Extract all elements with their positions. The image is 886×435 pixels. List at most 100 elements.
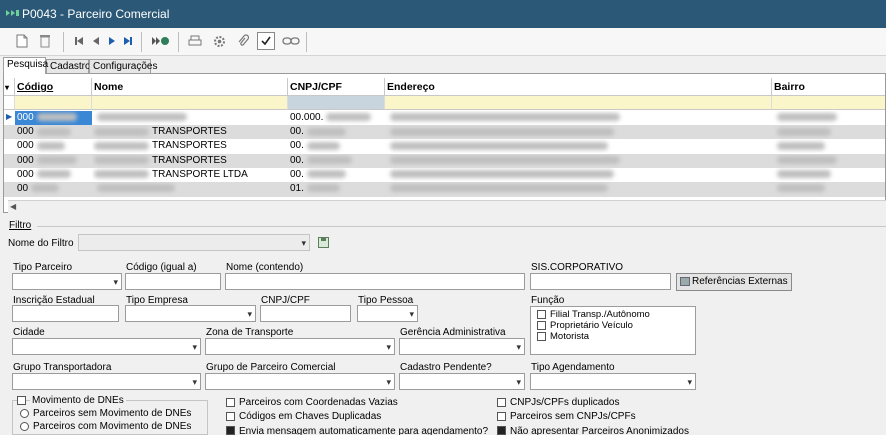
redacted-text (390, 184, 608, 193)
link-icon[interactable] (281, 32, 301, 50)
column-header-cnpj[interactable]: CNPJ/CPF (288, 78, 385, 96)
table-row[interactable]: 000 TRANSPORTES 00. (4, 153, 885, 169)
envia-mensagem-checkbox[interactable] (226, 426, 235, 435)
envia-mensagem-label: Envia mensagem automaticamente para agen… (239, 426, 489, 435)
filter-cell-cnpj[interactable] (288, 96, 385, 110)
cell-endereco (385, 111, 772, 125)
referencias-externas-button[interactable]: Referências Externas (676, 273, 792, 291)
redacted-text (36, 170, 71, 179)
table-row[interactable]: ▶ 000 00.000. (4, 111, 885, 126)
horizontal-scrollbar[interactable]: ◀ (8, 200, 886, 213)
nao-anonimizados-checkbox[interactable] (497, 426, 506, 435)
radio-sem-movimento-label: Parceiros sem Movimento de DNEs (33, 408, 192, 419)
cell-text: TRANSPORTE LTDA (152, 168, 248, 180)
filter-cell-bairro[interactable] (772, 96, 885, 110)
cadastro-pendente-select[interactable]: ▾ (399, 373, 525, 390)
cell-endereco (385, 125, 772, 139)
cell-cnpj: 01. (288, 182, 385, 196)
column-header-bairro[interactable]: Bairro (772, 78, 885, 96)
chevron-down-icon: ▾ (113, 277, 118, 287)
delete-icon[interactable] (36, 32, 54, 50)
check-icon[interactable] (257, 32, 275, 50)
grupo-transp-label: Grupo Transportadora (13, 362, 112, 373)
grupo-transp-select[interactable]: ▾ (12, 373, 201, 390)
chevron-down-icon: ▾ (386, 377, 391, 387)
results-grid: ▾ Código Nome CNPJ/CPF Endereço Bairro ▶… (3, 73, 886, 213)
grid-sort-indicator: ▾ (4, 78, 15, 96)
filter-cell-nome[interactable] (92, 96, 288, 110)
tab-pesquisa[interactable]: Pesquisa (3, 57, 48, 74)
search-exec-icon[interactable] (150, 32, 172, 50)
sem-cnpj-checkbox[interactable] (497, 412, 506, 421)
filter-section-label: Filtro (9, 220, 32, 231)
scroll-left-icon[interactable]: ◀ (10, 202, 16, 211)
title-bar: P0043 - Parceiro Comercial (0, 0, 886, 28)
tipo-pessoa-select[interactable]: ▾ (357, 305, 418, 322)
funcao-checkbox-filial[interactable] (537, 310, 546, 319)
tipo-empresa-select[interactable]: ▾ (125, 305, 256, 322)
cidade-select[interactable]: ▾ (12, 338, 201, 355)
nome-label: Nome (contendo) (226, 262, 304, 273)
radio-com-movimento[interactable] (20, 422, 29, 431)
cell-bairro (772, 182, 885, 196)
redacted-text (94, 127, 149, 136)
toolbar (0, 28, 886, 56)
chevron-down-icon: ▾ (301, 238, 306, 248)
cell-codigo: 00 (15, 182, 92, 196)
chevron-down-icon: ▾ (516, 342, 521, 352)
gerencia-select[interactable]: ▾ (399, 338, 525, 355)
tab-configuracoes[interactable]: Configurações (89, 59, 157, 74)
codigo-input[interactable] (125, 273, 221, 290)
nome-input[interactable] (225, 273, 525, 290)
last-icon[interactable] (119, 32, 137, 50)
table-row[interactable]: 000 TRANSPORTE LTDA 00. (4, 167, 885, 183)
redacted-text (777, 155, 837, 164)
referencias-externas-label: Referências Externas (692, 276, 788, 287)
cell-cnpj: 00. (288, 125, 385, 139)
attach-icon[interactable] (234, 32, 252, 50)
sis-corporativo-input[interactable] (530, 273, 671, 290)
grupo-parceiro-select[interactable]: ▾ (205, 373, 395, 390)
movimento-dnes-checkbox[interactable] (17, 396, 26, 405)
print-icon[interactable] (186, 32, 204, 50)
table-row[interactable]: 000 TRANSPORTES 00. (4, 139, 885, 154)
first-icon[interactable] (70, 32, 88, 50)
save-filter-icon[interactable] (318, 237, 329, 248)
column-header-nome[interactable]: Nome (92, 78, 288, 96)
cell-nome (92, 182, 288, 196)
cell-bairro (772, 111, 885, 125)
insc-estadual-input[interactable] (12, 305, 119, 322)
chevron-down-icon: ▾ (192, 377, 197, 387)
coordenadas-vazias-checkbox[interactable] (226, 398, 235, 407)
new-icon[interactable] (13, 32, 31, 50)
table-row[interactable]: 000 TRANSPORTES 00. (4, 125, 885, 140)
column-header-endereco[interactable]: Endereço (385, 78, 772, 96)
radio-sem-movimento[interactable] (20, 409, 29, 418)
tipo-parceiro-select[interactable]: ▾ (12, 273, 122, 290)
current-row-indicator: ▶ (6, 112, 13, 121)
cnpj-duplicados-checkbox[interactable] (497, 398, 506, 407)
gerencia-label: Gerência Administrativa (400, 327, 506, 338)
table-row[interactable]: 00 01. (4, 182, 885, 197)
cell-nome: TRANSPORTES (92, 154, 288, 168)
zona-transporte-select[interactable]: ▾ (205, 338, 395, 355)
tipo-agendamento-select[interactable]: ▾ (530, 373, 696, 390)
cell-text: 00 (17, 183, 29, 194)
funcao-checkbox-proprietario[interactable] (537, 321, 546, 330)
filter-cell-codigo[interactable] (15, 96, 92, 110)
filter-cell-endereco[interactable] (385, 96, 772, 110)
funcao-item-filial: Filial Transp./Autônomo (550, 309, 650, 320)
funcao-checkbox-motorista[interactable] (537, 332, 546, 341)
redacted-text (306, 184, 340, 193)
cell-text: 000 (17, 154, 34, 166)
column-header-codigo[interactable]: Código (15, 78, 92, 96)
cell-text: TRANSPORTES (152, 140, 227, 152)
codigos-duplicados-checkbox[interactable] (226, 412, 235, 421)
cell-cnpj: 00. (288, 139, 385, 153)
settings-icon[interactable] (210, 32, 228, 50)
tab-cadastro[interactable]: Cadastro (46, 59, 91, 74)
redacted-text (36, 155, 77, 164)
nome-filtro-select[interactable]: ▾ (78, 234, 310, 251)
cnpj-cpf-input[interactable] (260, 305, 351, 322)
sem-cnpj-label: Parceiros sem CNPJs/CPFs (510, 411, 636, 422)
